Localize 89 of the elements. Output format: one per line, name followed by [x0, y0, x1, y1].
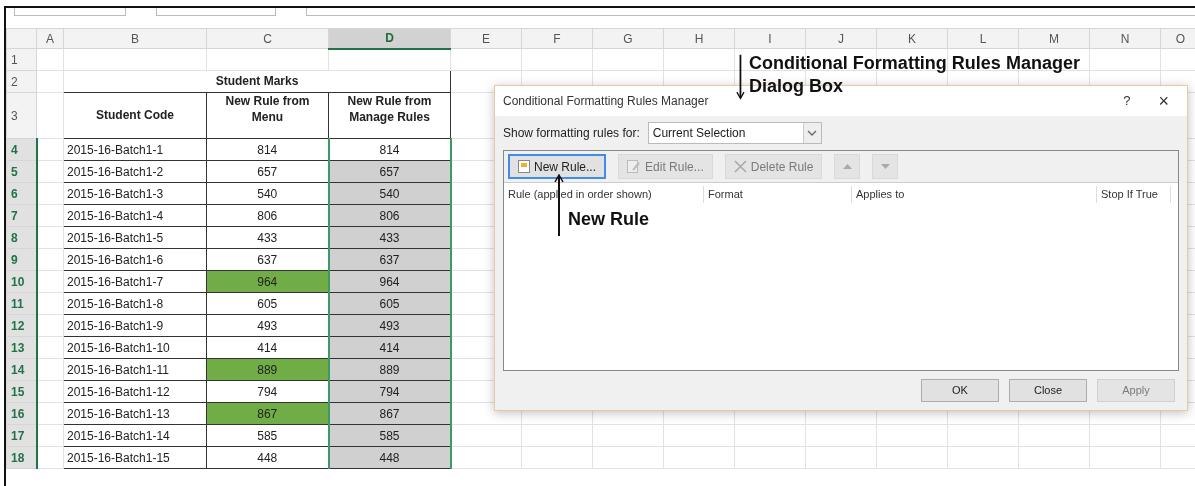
table-cell: 2015-16-Batch1-8 — [63, 292, 207, 315]
row-header[interactable]: 15 — [6, 380, 37, 403]
table-cell: 540 — [328, 182, 451, 205]
column-header[interactable]: H — [663, 28, 735, 49]
table-cell: 2015-16-Batch1-2 — [63, 160, 207, 183]
table-cell: 964 — [328, 270, 451, 293]
table-cell: 448 — [328, 446, 451, 469]
table-cell: 2015-16-Batch1-5 — [63, 226, 207, 249]
table-title: Student Marks — [63, 70, 451, 93]
row-header[interactable]: 2 — [6, 70, 37, 93]
row-header[interactable]: 11 — [6, 292, 37, 315]
column-header[interactable]: B — [63, 28, 207, 49]
column-header[interactable]: F — [521, 28, 593, 49]
row-header[interactable]: 10 — [6, 270, 37, 293]
row-header[interactable]: 1 — [6, 48, 37, 71]
list-column-header[interactable]: Applies to — [852, 186, 1097, 203]
row-header[interactable]: 14 — [6, 358, 37, 381]
table-cell: 806 — [328, 204, 451, 227]
list-column-header[interactable]: Stop If True — [1097, 186, 1171, 203]
column-heading: New Rule from Manage Rules — [328, 92, 451, 139]
row-header[interactable]: 17 — [6, 424, 37, 447]
table-cell: 2015-16-Batch1-4 — [63, 204, 207, 227]
table-cell: 637 — [328, 248, 451, 271]
select-all-corner[interactable] — [6, 28, 37, 49]
row-header[interactable]: 3 — [6, 92, 37, 139]
table-cell: 794 — [328, 380, 451, 403]
column-header[interactable]: C — [206, 28, 329, 49]
name-box[interactable] — [14, 8, 126, 16]
table-cell: 2015-16-Batch1-9 — [63, 314, 207, 337]
new-rule-button[interactable]: New Rule... — [508, 154, 607, 179]
column-header[interactable]: I — [734, 28, 806, 49]
chevron-down-icon — [807, 130, 818, 136]
table-cell: 2015-16-Batch1-7 — [63, 270, 207, 293]
table-cell: 433 — [328, 226, 451, 249]
column-header[interactable]: N — [1089, 28, 1161, 49]
table-cell: 2015-16-Batch1-12 — [63, 380, 207, 403]
table-cell: 2015-16-Batch1-11 — [63, 358, 207, 381]
column-header[interactable]: O — [1160, 28, 1195, 49]
row-header[interactable]: 5 — [6, 160, 37, 183]
formula-bar[interactable] — [306, 8, 1195, 16]
row-header[interactable]: 8 — [6, 226, 37, 249]
table-cell: 2015-16-Batch1-14 — [63, 424, 207, 447]
column-header[interactable]: D — [328, 28, 451, 49]
dialog-button[interactable]: OK — [921, 379, 999, 402]
close-button[interactable]: × — [1148, 92, 1179, 110]
annotation-text: New Rule — [568, 208, 650, 231]
table-cell: 414 — [328, 336, 451, 359]
table-cell: 2015-16-Batch1-1 — [63, 138, 207, 161]
table-cell: 2015-16-Batch1-6 — [63, 248, 207, 271]
table-cell: 605 — [328, 292, 451, 315]
dialog-button[interactable]: Close — [1009, 379, 1087, 402]
dropdown-field[interactable]: Current Selection — [647, 122, 822, 144]
row-header[interactable]: 16 — [6, 402, 37, 425]
row-header[interactable]: 4 — [6, 138, 37, 161]
help-button[interactable]: ? — [1105, 91, 1149, 111]
column-header[interactable]: G — [592, 28, 664, 49]
row-header[interactable]: 6 — [6, 182, 37, 205]
row-header[interactable]: 7 — [6, 204, 37, 227]
table-cell: 585 — [328, 424, 451, 447]
row-header[interactable]: 18 — [6, 446, 37, 469]
table-cell: 657 — [328, 160, 451, 183]
column-header[interactable]: L — [947, 28, 1019, 49]
table-cell: 2015-16-Batch1-13 — [63, 402, 207, 425]
dialog-title: Conditional Formatting Rules Manager — [503, 93, 710, 110]
field-label: Show formatting rules for: — [503, 125, 640, 142]
row-header[interactable]: 9 — [6, 248, 37, 271]
table-cell: 2015-16-Batch1-10 — [63, 336, 207, 359]
edit-document-icon — [627, 160, 642, 173]
row-header[interactable]: 12 — [6, 314, 37, 337]
annotation-arrow — [736, 52, 745, 102]
table-cell: 2015-16-Batch1-15 — [63, 446, 207, 469]
list-column-header[interactable]: Format — [704, 186, 852, 203]
annotation-text: Conditional Formatting Rules Manager Dialog Box — [748, 52, 1081, 99]
column-heading: New Rule from Menu — [206, 92, 329, 139]
down-triangle-icon — [880, 164, 890, 169]
table-cell: 889 — [328, 358, 451, 381]
column-header[interactable]: E — [450, 28, 522, 49]
table-cell: 2015-16-Batch1-3 — [63, 182, 207, 205]
column-header[interactable]: M — [1018, 28, 1090, 49]
up-triangle-icon — [842, 164, 852, 169]
column-heading: Student Code — [63, 92, 207, 139]
column-header[interactable]: J — [805, 28, 877, 49]
delete-x-icon — [733, 160, 747, 173]
table-cell: 493 — [328, 314, 451, 337]
column-header[interactable]: A — [36, 28, 64, 49]
row-header[interactable]: 13 — [6, 336, 37, 359]
table-cell: 867 — [328, 402, 451, 425]
new-document-icon — [518, 160, 530, 173]
column-header[interactable]: K — [876, 28, 948, 49]
